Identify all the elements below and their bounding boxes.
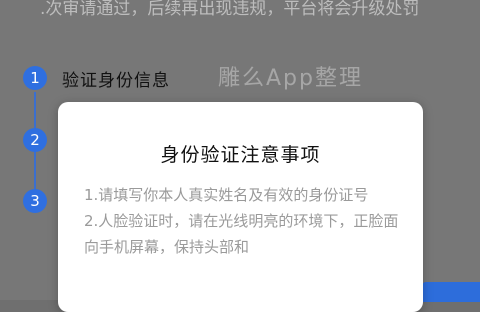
submit-button-partial[interactable]: [422, 282, 480, 302]
step-1-label: 验证身份信息: [62, 71, 170, 91]
step-1-badge: 1: [23, 66, 47, 90]
step-2-badge: 2: [23, 128, 47, 152]
dialog-body: 1.请填写你本人真实姓名及有效的身份证号 2.人脸验证时，请在光线明亮的环境下，…: [84, 182, 404, 260]
watermark: 雕么App整理: [218, 66, 363, 91]
dialog-item-1: 1.请填写你本人真实姓名及有效的身份证号: [84, 186, 369, 204]
step-3-badge: 3: [23, 189, 47, 213]
notice-text: .次审请通过，后续再出现违规，平台将会升级处罚: [40, 0, 420, 19]
notice-dialog: 身份验证注意事项 1.请填写你本人真实姓名及有效的身份证号 2.人脸验证时，请在…: [58, 102, 423, 312]
dialog-item-2: 2.人脸验证时，请在光线明亮的环境下，正脸面向手机屏幕，保持头部和: [84, 212, 399, 256]
dialog-title: 身份验证注意事项: [160, 144, 321, 166]
